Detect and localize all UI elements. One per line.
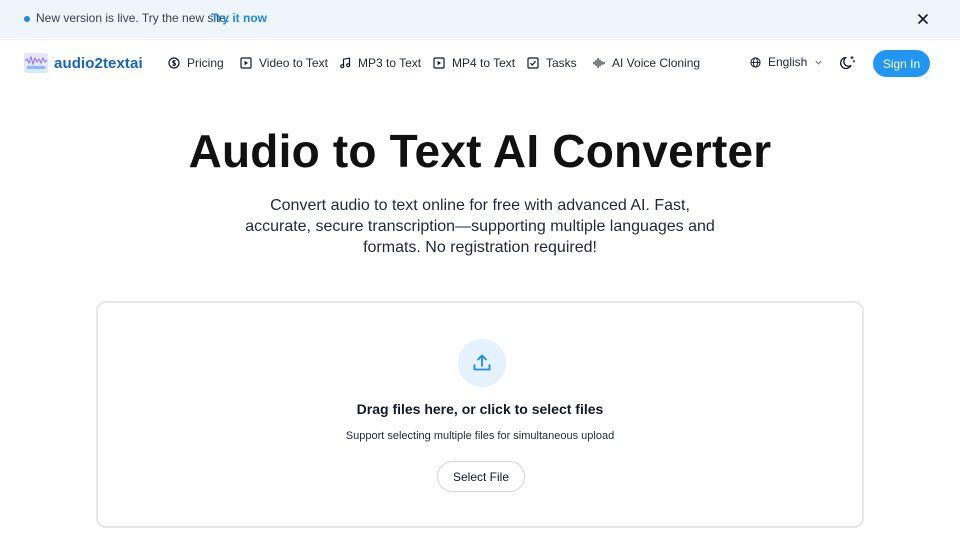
nav-ai-voice-cloning[interactable]: AI Voice Cloning	[593, 55, 700, 71]
nav-label: MP4 to Text	[452, 56, 516, 70]
music-note-icon	[340, 57, 351, 69]
checkbox-icon	[527, 57, 539, 69]
dollar-circle-icon	[168, 57, 180, 69]
nav-pricing[interactable]: Pricing	[168, 55, 224, 71]
announcement-banner: New version is live. Try the new site. T…	[0, 0, 960, 38]
logo-icon	[24, 53, 48, 73]
language-selector[interactable]: English	[750, 55, 823, 69]
nav-label: AI Voice Cloning	[612, 56, 701, 70]
nav-label: Tasks	[546, 56, 577, 70]
nav-mp4-to-text[interactable]: MP4 to Text	[433, 55, 515, 71]
nav-label: Video to Text	[259, 56, 328, 70]
page-title: Audio to Text AI Converter	[188, 125, 772, 177]
globe-icon	[750, 56, 761, 68]
dropzone-title: Drag files here, or click to select file…	[356, 401, 604, 417]
site-header: audio2textai Pricing Video to Text MP3 t…	[0, 39, 960, 85]
sign-in-button[interactable]: Sign In	[873, 50, 930, 77]
nav-mp3-to-text[interactable]: MP3 to Text	[339, 55, 421, 71]
close-icon[interactable]	[914, 10, 932, 28]
nav-tasks[interactable]: Tasks	[527, 55, 577, 71]
file-dropzone[interactable]: Drag files here, or click to select file…	[96, 301, 864, 528]
nav-video-to-text[interactable]: Video to Text	[240, 55, 328, 71]
select-file-button[interactable]: Select File	[437, 461, 525, 492]
play-square-icon	[433, 57, 445, 69]
dropzone-subtitle: Support selecting multiple files for sim…	[345, 430, 615, 442]
site-logo[interactable]: audio2textai	[24, 53, 143, 73]
logo-text: audio2textai	[54, 54, 143, 72]
nav-label: Pricing	[187, 56, 224, 70]
language-label: English	[768, 55, 808, 69]
waveform-icon	[593, 57, 605, 69]
play-square-icon	[240, 57, 252, 69]
status-dot	[24, 16, 30, 22]
chevron-down-icon	[815, 60, 822, 65]
try-it-now-link[interactable]: Try it now	[211, 11, 267, 25]
page-subtitle: Convert audio to text online for free wi…	[245, 197, 715, 256]
nav-label: MP3 to Text	[358, 56, 422, 70]
upload-icon	[458, 339, 506, 387]
moon-icon[interactable]	[839, 54, 857, 72]
banner-message: New version is live. Try the new site.	[36, 11, 230, 25]
